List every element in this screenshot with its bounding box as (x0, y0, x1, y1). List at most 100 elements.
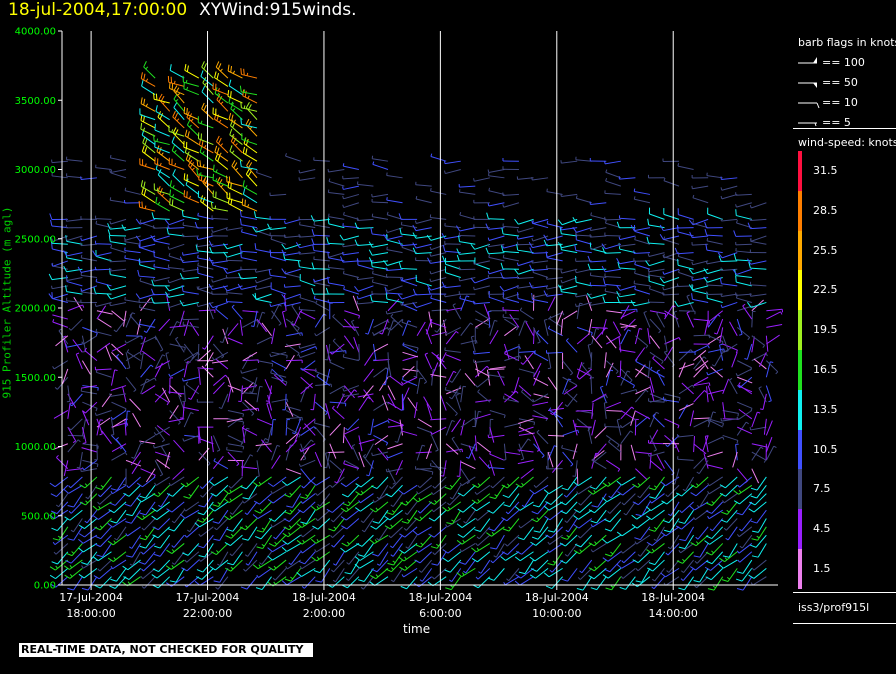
wind-barb-shaft (504, 325, 518, 337)
wind-barb-shaft (173, 439, 185, 453)
wind-barb (515, 343, 520, 361)
wind-barb-shaft (299, 266, 316, 270)
wind-barb-feather (387, 562, 394, 566)
wind-barb-half-feather (176, 320, 180, 324)
wind-barb (371, 290, 388, 295)
wind-barb-shaft (522, 351, 534, 365)
wind-barb (50, 219, 68, 229)
wind-barb-shaft (242, 359, 259, 362)
wind-barb (197, 262, 214, 270)
wind-barb-shaft (445, 420, 453, 436)
wind-barb (384, 518, 403, 530)
wind-barb-shaft (284, 285, 301, 288)
wind-barb-feather (49, 213, 53, 220)
wind-barb (385, 285, 403, 292)
wind-barb (65, 235, 83, 242)
wind-barb-half-feather (400, 277, 402, 281)
wind-barb-feather (142, 136, 146, 143)
wind-barb-feather (529, 556, 536, 562)
wind-barb-feather (470, 277, 476, 284)
wind-barb (487, 291, 505, 295)
wind-barb-shaft (81, 291, 97, 295)
wind-barb-shaft (313, 268, 330, 270)
wind-barb (204, 352, 214, 367)
wind-barb-half-feather (162, 354, 166, 357)
wind-barb-half-feather (115, 437, 119, 440)
wind-barb-half-feather (505, 511, 509, 515)
wind-barb-shaft (503, 297, 520, 303)
wind-barb-feather (96, 554, 103, 558)
wind-barb (431, 309, 449, 313)
wind-barb (299, 294, 316, 303)
wind-barb (65, 277, 83, 282)
wind-barb (371, 198, 389, 204)
wind-barb (398, 213, 418, 220)
wind-barb (458, 266, 476, 271)
wind-barb (241, 198, 258, 212)
wind-barb-shaft (111, 401, 127, 410)
wind-barb-shaft (215, 484, 229, 497)
wind-barb-shaft (314, 422, 330, 428)
wind-barb-shaft (315, 534, 331, 544)
wind-barb (300, 493, 316, 504)
wind-barb-feather (445, 587, 452, 591)
wind-barb (385, 352, 390, 369)
wind-barb (141, 518, 156, 531)
wind-barb-shaft (605, 435, 620, 446)
wind-barb (106, 293, 127, 300)
wind-barb (291, 303, 302, 320)
wind-barb-feather (223, 498, 230, 503)
wind-barb-shaft (80, 243, 97, 247)
wind-barb (298, 459, 316, 468)
wind-barb-shaft (503, 316, 520, 320)
wind-barb (140, 336, 157, 345)
wind-barb (80, 235, 98, 242)
wind-barb-half-feather (99, 525, 103, 529)
wind-barb-shaft (313, 250, 330, 254)
wind-barb-feather (543, 572, 550, 578)
wind-barb (169, 64, 185, 79)
wind-barb-feather (67, 587, 74, 591)
wind-barb-shaft (246, 501, 258, 515)
wind-barb-shaft (241, 250, 258, 254)
wind-barb (315, 568, 331, 583)
wind-barb-shaft (213, 170, 229, 179)
wind-barb (82, 326, 98, 337)
wind-barb-feather (155, 93, 158, 101)
wind-barb-feather (201, 140, 204, 147)
wind-barb (153, 237, 170, 245)
wind-barb (139, 484, 156, 499)
wind-barb-half-feather (171, 549, 175, 553)
wind-barb (239, 218, 258, 229)
wind-barb-half-feather (300, 534, 304, 538)
wind-barb (576, 333, 590, 345)
wind-barb-shaft (66, 175, 83, 179)
wind-barb (151, 212, 170, 220)
wind-barb-shaft (357, 277, 374, 281)
wind-barb-shaft (197, 272, 214, 279)
wind-barb-shaft (140, 353, 144, 370)
wind-barb-shaft (52, 314, 68, 320)
wind-barb-shaft (477, 551, 491, 563)
wind-barb-half-feather (109, 302, 111, 306)
wind-barb (215, 306, 229, 320)
wind-barb-half-feather (563, 494, 567, 498)
wind-barb (620, 376, 635, 389)
wind-barb-half-feather (80, 468, 82, 472)
wind-barb-shaft (576, 333, 590, 345)
wind-barb-half-feather (274, 541, 278, 545)
wind-barb (572, 460, 578, 477)
wind-barb (227, 410, 245, 417)
wind-barb-shaft (474, 260, 490, 265)
wind-barb-half-feather (404, 566, 408, 569)
wind-barb (109, 301, 127, 307)
wind-barb-feather (78, 538, 84, 544)
wind-barb-feather (412, 242, 417, 249)
wind-barb-feather (67, 504, 74, 508)
wind-barb (342, 193, 360, 200)
wind-barb (532, 401, 549, 406)
wind-barb (429, 268, 447, 275)
wind-barb-half-feather (58, 328, 62, 332)
wind-barb-shaft (70, 418, 83, 431)
wind-barb-half-feather (486, 365, 490, 369)
